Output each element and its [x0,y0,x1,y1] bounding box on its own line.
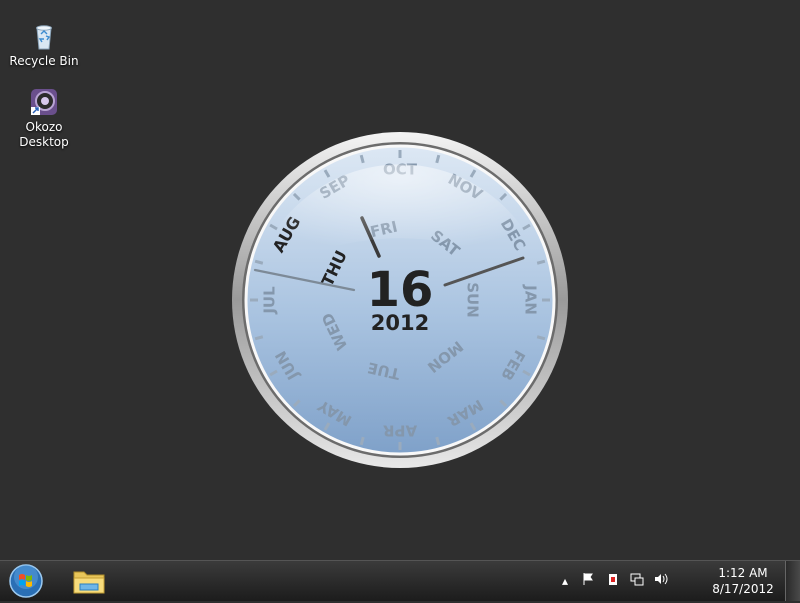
tray-date: 8/17/2012 [712,582,774,596]
dial-tick [359,436,365,446]
recycle-bin-icon [36,25,52,50]
windows-logo-icon [9,564,43,598]
network-icon[interactable] [628,572,646,590]
day-number: 16 [367,262,434,318]
dial-tick [435,436,441,446]
folder-icon [73,571,105,594]
chevron-up-icon[interactable]: ▴ [556,572,574,590]
dial-tick [254,335,264,341]
desktop: Recycle Bin Okozo Desktop JAN FEB MAR AP… [0,0,800,560]
flag-icon[interactable] [580,572,598,590]
tray-time: 1:12 AM [718,566,768,580]
start-button[interactable] [6,563,46,599]
recycle-bin-shortcut[interactable]: Recycle Bin [6,20,82,69]
weekday-label-sun: SUN [464,282,482,318]
recycle-bin-label: Recycle Bin [9,54,79,68]
power-icon[interactable] [604,572,622,590]
dial-tick [359,154,365,164]
taskbar-explorer-button[interactable] [66,563,112,599]
taskbar: ▴ 1:12 AM 8/17/2012 [0,560,800,601]
okozo-desktop-shortcut[interactable]: Okozo Desktop [6,86,82,150]
month-label-apr: APR [382,422,417,440]
month-label-jul: JUL [261,286,279,315]
calendar-clock-widget[interactable]: JANFEBMARAPRMAYJUNJULAUGSEPOCTNOVDEC SUN… [230,130,570,470]
okozo-desktop-label: Okozo Desktop [19,120,69,149]
calendar-clock-face: JANFEBMARAPRMAYJUNJULAUGSEPOCTNOVDEC SUN… [232,132,568,468]
taskbar-clock[interactable]: 1:12 AM 8/17/2012 [708,565,778,597]
year-text: 2012 [371,311,429,335]
dial-tick [435,154,441,164]
month-label-jan: JAN [522,284,540,315]
volume-icon[interactable] [652,572,670,590]
okozo-desktop-icon [31,89,57,115]
show-desktop-button[interactable] [785,561,800,601]
dial-tick [536,335,546,341]
